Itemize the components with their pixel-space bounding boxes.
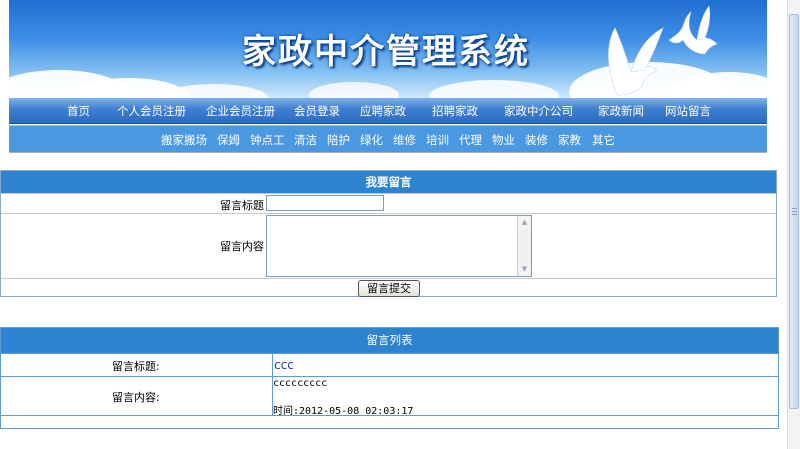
message-title-input[interactable] (266, 195, 384, 211)
message-content-textarea[interactable]: ▲ ▼ (266, 215, 532, 277)
message-content-text: ccccccccc (273, 378, 328, 389)
row-divider (1, 193, 776, 194)
form-heading: 我要留言 (1, 171, 776, 193)
main-navigation: 首页 个人会员注册 企业会员注册 会员登录 应聘家政 招聘家政 家政中介公司 家… (9, 98, 767, 124)
nav-item-member-login[interactable]: 会员登录 (294, 103, 340, 119)
scroll-down-arrow-icon[interactable]: ▼ (518, 263, 531, 276)
scrollbar-grip (792, 214, 797, 215)
list-title-label: 留言标题: (112, 360, 160, 373)
category-tutoring[interactable]: 家教 (558, 132, 581, 148)
cloud-shape (309, 82, 399, 98)
scroll-up-arrow-icon[interactable]: ▲ (518, 216, 531, 229)
category-greening[interactable]: 绿化 (360, 132, 383, 148)
category-training[interactable]: 培训 (426, 132, 449, 148)
row-divider (1, 415, 778, 416)
nav-item-agencies[interactable]: 家政中介公司 (504, 103, 573, 119)
submit-message-button[interactable]: 留言提交 (358, 280, 420, 297)
category-escort[interactable]: 陪护 (327, 132, 350, 148)
category-repair[interactable]: 维修 (393, 132, 416, 148)
row-divider (1, 213, 776, 214)
title-label: 留言标题 (220, 199, 264, 212)
category-property[interactable]: 物业 (492, 132, 515, 148)
category-cleaning[interactable]: 清洁 (294, 132, 317, 148)
scrollbar-grip (792, 208, 797, 209)
category-navigation: 搬家搬场 保姆 钟点工 清洁 陪护 绿化 维修 培训 代理 物业 装修 家教 其… (9, 125, 767, 153)
list-content-label: 留言内容: (112, 391, 160, 404)
leave-message-form: 我要留言 留言标题 留言内容 ▲ ▼ 留言提交 (0, 170, 777, 297)
message-list: 留言列表 留言标题: ccc 留言内容: ccccccccc 时间:2012-0… (0, 327, 779, 429)
site-title: 家政中介管理系统 (242, 32, 530, 72)
nav-item-guestbook[interactable]: 网站留言 (665, 103, 711, 119)
nav-item-home[interactable]: 首页 (67, 103, 90, 119)
scrollbar-thumb[interactable] (789, 14, 799, 409)
textarea-scrollbar[interactable]: ▲ ▼ (517, 216, 531, 276)
cloud-shape (429, 80, 559, 98)
page-scrollbar[interactable] (787, 0, 800, 449)
category-hourly-worker[interactable]: 钟点工 (250, 132, 285, 148)
row-divider (1, 353, 778, 354)
category-decoration[interactable]: 装修 (525, 132, 548, 148)
category-moving[interactable]: 搬家搬场 (161, 132, 207, 148)
nav-item-personal-register[interactable]: 个人会员注册 (117, 103, 186, 119)
category-agency[interactable]: 代理 (459, 132, 482, 148)
scrollbar-grip (792, 211, 797, 212)
message-title-link[interactable]: ccc (274, 358, 294, 372)
category-other[interactable]: 其它 (592, 132, 615, 148)
content-label: 留言内容 (220, 240, 264, 253)
dove-icon (608, 5, 718, 96)
list-heading: 留言列表 (1, 328, 778, 353)
nav-item-recruit[interactable]: 招聘家政 (432, 103, 478, 119)
header-divider (9, 152, 767, 153)
header-banner: 家政中介管理系统 (9, 0, 767, 98)
nav-item-apply-job[interactable]: 应聘家政 (360, 103, 406, 119)
row-divider (1, 278, 776, 279)
category-nanny[interactable]: 保姆 (217, 132, 240, 148)
nav-item-news[interactable]: 家政新闻 (598, 103, 644, 119)
row-divider (1, 376, 778, 377)
nav-item-company-register[interactable]: 企业会员注册 (206, 103, 275, 119)
